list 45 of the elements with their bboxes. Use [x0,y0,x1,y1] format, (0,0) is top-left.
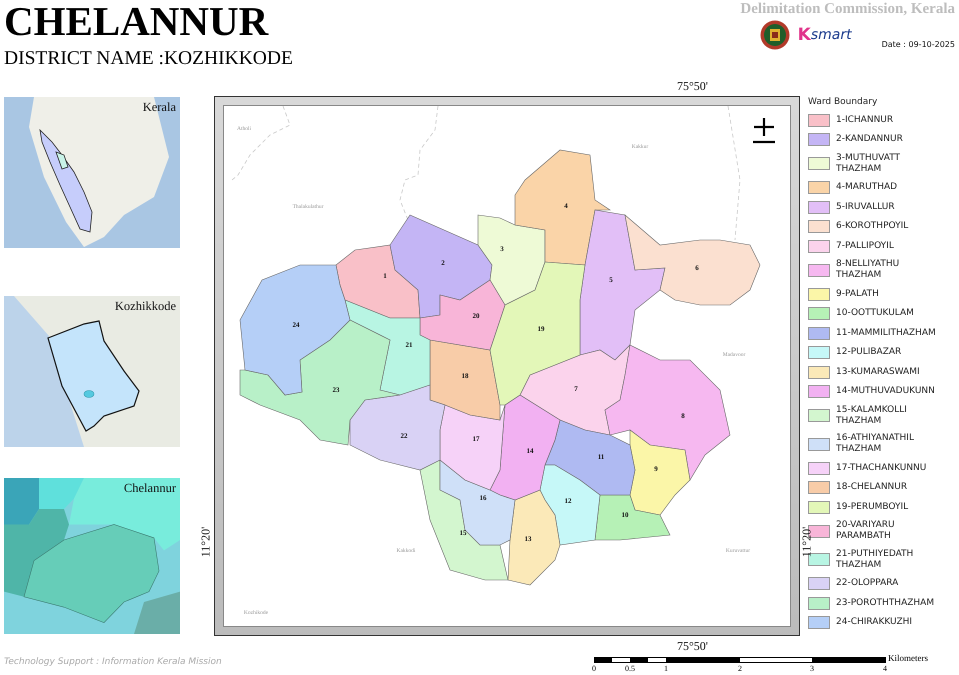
legend-label: 13-KUMARASWAMI [836,366,921,378]
legend-label: 17-THACHANKUNNU [836,462,928,474]
legend-label: 9-PALATH [836,288,880,300]
legend-label: 8-NELLIYATHU THAZHAM [836,259,900,281]
scale-tick-label: 2 [738,664,742,673]
agency-name: Delimitation Commission, Kerala [740,1,955,18]
legend-label: 19-PERUMBOYIL [836,502,910,512]
legend-label: 14-MUTHUVADUKUNN [836,386,936,397]
legend-label: 22-OLOPPARA [836,578,900,589]
scale-tick-label: 0.5 [625,664,635,673]
scale-tick-label: 1 [664,664,668,673]
legend-label: 18-CHELANNUR [836,482,908,493]
legend-label: 16-ATHIYANATHIL THAZHAM [836,433,915,455]
map-date: Date : 09-10-2025 [882,40,955,49]
graticule-label: 75°50' [677,80,708,92]
map-title: CHELANNUR [4,0,270,43]
legend-label: 21-PUTHIYEDATH THAZHAM [836,548,914,570]
inset-map-caption: Kozhikkode [114,299,176,314]
legend-label: 6-KOROTHPOYIL [836,221,910,232]
legend-label: 20-VARIYARU PARAMBATH [836,520,896,542]
legend-label: 12-PULIBAZAR [836,347,902,358]
legend-label: 5-IRUVALLUR [836,202,896,212]
legend-label: 1-ICHANNUR [836,114,894,126]
emblem-icon [760,20,790,50]
legend-label: 2-KANDANNUR [836,134,904,145]
legend-label: 23-POROTHTHAZHAM [836,598,936,608]
legend-label: 10-OOTTUKULAM [836,308,915,319]
graticule-label: 75°50' [677,640,708,652]
legend-title: Ward Boundary [808,97,878,107]
legend-label: 3-MUTHUVATT THAZHAM [836,152,902,174]
legend-label: 15-KALAMKOLLI THAZHAM [836,404,908,426]
ksmart-logo: Ksmart [798,24,852,47]
inset-map-caption: Chelannur [124,481,176,496]
scale-tick-label: 3 [810,664,814,673]
graticule-label: 11°20' [199,526,212,558]
district-name: DISTRICT NAME :KOZHIKKODE [4,48,293,70]
graticule-label: 11°20' [800,526,813,558]
legend-label: 4-MARUTHAD [836,182,898,193]
scale-unit: Kilometers [888,653,928,663]
legend-label: 24-CHIRAKKUZHI [836,617,914,628]
legend-label: 7-PALLIPOYIL [836,240,895,252]
legend-label: 11-MAMMILITHAZHAM [836,328,936,338]
inset-map-caption: Kerala [142,100,176,115]
scale-tick-label: 4 [883,664,887,673]
scale-tick-label: 0 [592,664,596,673]
